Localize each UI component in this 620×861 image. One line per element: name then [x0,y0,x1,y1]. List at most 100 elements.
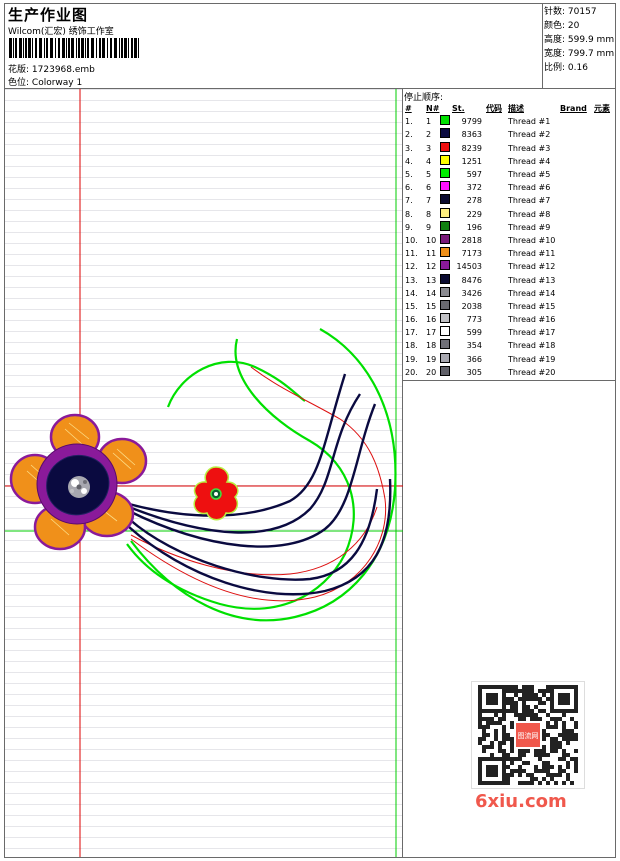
thread-stitches: 196 [466,222,482,232]
thread-swatch [440,194,452,207]
thread-stitches: 305 [466,367,482,377]
thread-brand [560,221,594,234]
thread-code [486,353,508,366]
thread-swatch [440,365,452,379]
thread-element [594,155,610,168]
thread-brand [560,260,594,273]
thread-number: 20 [426,367,437,377]
thread-brand [560,366,594,379]
color-swatch [440,154,450,165]
thread-element [594,260,610,273]
thread-number: 16 [426,315,437,325]
thread-element [594,208,610,221]
color-swatch [440,352,450,363]
thread-number: 11 [426,249,437,259]
thread-element [594,115,610,128]
thread-stitches: 599 [466,328,482,338]
thread-row: 6. 6 372 Thread #6 [403,181,610,194]
thread-description: Thread #16 [508,315,556,325]
thread-brand [560,128,594,141]
color-swatch [440,194,450,205]
thread-description: Thread #9 [508,222,551,232]
page-title: 生产作业图 [8,6,89,24]
thread-row: 14. 14 3426 Thread #14 [403,286,610,300]
thread-number: 19 [426,354,437,364]
thread-element [594,221,610,234]
thread-brand [560,247,594,260]
barcode [9,38,139,58]
thread-brand [560,300,594,313]
thread-description: Thread #3 [508,143,551,153]
thread-index: 8. [405,209,413,219]
thread-code [486,366,508,379]
qr-code: 图流网 [471,681,585,789]
thread-swatch [440,247,452,260]
thread-code [486,339,508,352]
thread-element [594,168,610,181]
thread-index: 17. [405,328,418,338]
thread-element [594,300,610,313]
thread-code [486,155,508,168]
thread-number: 10 [426,235,437,245]
color-swatch [440,247,450,258]
thread-swatch [440,286,452,300]
thread-number: 15 [426,301,437,311]
thread-row: 3. 3 8239 Thread #3 [403,141,610,155]
thread-element [594,247,610,260]
thread-number: 3 [426,143,432,153]
watermark: 图流网 6xiu.com [471,681,587,815]
thread-row: 11. 11 7173 Thread #11 [403,247,610,260]
thread-element [594,287,610,300]
thread-swatch [440,313,452,326]
thread-number: 18 [426,341,437,351]
thread-stitches: 597 [466,170,482,180]
thread-stitches: 9799 [461,117,482,127]
thread-row: 5. 5 597 Thread #5 [403,168,610,181]
large-flower [9,413,148,551]
thread-index: 4. [405,156,413,166]
thread-element [594,181,610,194]
thread-number: 14 [426,288,437,298]
studio-subtitle: Wilcom(汇宏) 绣饰工作室 [8,27,114,37]
thread-index: 11. [405,249,418,259]
thread-swatch [440,207,452,221]
thread-index: 12. [405,262,418,272]
thread-code [486,287,508,300]
color-swatch [440,141,450,152]
thread-index: 5. [405,170,413,180]
thread-index: 16. [405,315,418,325]
thread-row: 7. 7 278 Thread #7 [403,194,610,207]
thread-stitches: 2038 [461,301,482,311]
thread-swatch [440,326,452,339]
thread-code [486,247,508,260]
thread-description: Thread #13 [508,275,556,285]
thread-swatch [440,299,452,313]
color-swatch [440,260,450,271]
thread-index: 20. [405,367,418,377]
thread-swatch [440,233,452,247]
thread-row: 10. 10 2818 Thread #10 [403,233,610,247]
thread-brand [560,194,594,207]
thread-code [486,326,508,339]
thread-brand [560,155,594,168]
color-swatch [440,299,450,310]
design-canvas[interactable] [5,89,403,857]
thread-index: 14. [405,288,418,298]
thread-stitches: 8239 [461,143,482,153]
thread-description: Thread #14 [508,288,556,298]
thread-row: 9. 9 196 Thread #9 [403,220,610,234]
thread-row: 8. 8 229 Thread #8 [403,207,610,221]
thread-element [594,234,610,247]
design-stats: 针数: 70157 颜色: 20 高度: 599.9 mm 宽度: 799.7 … [543,4,615,89]
thread-swatch [440,220,452,234]
production-worksheet: 生产作业图 Wilcom(汇宏) 绣饰工作室 花版: 1723968.emb 色… [4,3,616,858]
thread-row: 20. 20 305 Thread #20 [403,365,610,379]
thread-brand [560,208,594,221]
thread-element [594,313,610,326]
thread-element [594,353,610,366]
color-swatch [440,207,450,218]
flower-grey-stamen [68,476,90,498]
col-index: # [405,104,412,114]
thread-description: Thread #18 [508,341,556,351]
thread-code [486,115,508,128]
